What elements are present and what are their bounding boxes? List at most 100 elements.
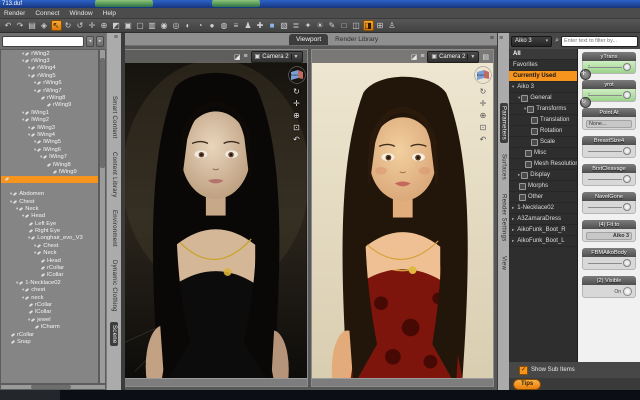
draw-style-icon[interactable]: ◪ [411,53,418,61]
slider-track[interactable] [588,207,622,208]
toolbar-icon[interactable]: ◩ [111,20,122,31]
tree-row[interactable]: lWing8 [1,161,98,168]
list-row[interactable]: ▸ Display [509,170,577,181]
tree-row[interactable]: ▾ rWing6 [1,80,98,87]
toolbar-icon[interactable]: ◔ [195,20,206,31]
folder-icon[interactable]: ▤ [482,53,489,61]
tree-row[interactable] [1,176,98,183]
list-row[interactable]: All [509,49,577,60]
toolbar-icon[interactable]: ↷ [15,20,26,31]
toolbar-icon[interactable]: ◍ [219,20,230,31]
pane-tab[interactable]: Smart Content [110,93,118,142]
viewport-2[interactable]: ◪ ≡ ▣ Camera 2 ▼ ▤ Front [311,49,495,387]
tree-row[interactable]: ▾ Longhair_evo_V3 [1,235,98,242]
tree-row[interactable]: lCharm [1,323,98,330]
toolbar-icon[interactable]: ◨ [363,20,374,31]
viewport-nav-icon[interactable]: ↶ [293,135,300,144]
slider-thumb[interactable] [623,203,631,211]
search-next-button[interactable]: ▸ [96,36,104,47]
tree-row[interactable]: rCollar [1,331,98,338]
orientation-cube[interactable]: Front [288,66,306,84]
viewport-options-icon[interactable]: ≡ [243,53,247,60]
viewport-1[interactable]: ◪ ≡ ▣ Camera 2 ▼ Front [124,49,308,387]
toolbar-icon[interactable]: ↶ [3,20,14,31]
viewport-nav-icon[interactable]: ↻ [480,87,487,96]
viewport-nav-icon[interactable]: ⊡ [293,123,300,132]
tree-row[interactable]: ▾ Neck [1,250,98,257]
tree-row[interactable]: Left Eye [1,220,98,227]
list-row[interactable]: ▾ Aiko 3 [509,82,577,93]
pane-menu-icon[interactable]: ≡ [114,34,118,41]
toolbar-icon[interactable]: ≣ [291,20,302,31]
toolbar-icon[interactable]: ● [207,20,218,31]
tree-row[interactable]: ▾ lWing6 [1,146,98,153]
menu-item[interactable]: Render [4,10,25,17]
camera-selector[interactable]: ▣ Camera 2 ▼ [251,51,303,63]
tree-row[interactable]: Right Eye [1,227,98,234]
menu-item[interactable]: Connect [35,10,59,17]
tree-row[interactable]: ▾ neck [1,294,98,301]
toolbar-icon[interactable]: ◉ [159,20,170,31]
viewport-nav-icon[interactable]: ↶ [480,135,487,144]
pane-tab[interactable]: Render Settings [500,191,508,245]
tree-row[interactable]: Head [1,257,98,264]
show-sub-items-checkbox[interactable]: ✓ [519,366,528,375]
toolbar-icon[interactable]: ▧ [279,20,290,31]
slider-thumb[interactable] [623,63,631,71]
tree-row[interactable]: ▾ rWing4 [1,65,98,72]
toolbar-icon[interactable]: ▥ [147,20,158,31]
tree-row[interactable]: ▾ Chest [1,198,98,205]
list-row[interactable]: Rotation [509,126,577,137]
list-row[interactable]: Favorites [509,60,577,71]
list-row[interactable]: Misc [509,148,577,159]
tree-row[interactable]: ▾ Neck [1,205,98,212]
expand-arrow-icon[interactable]: ▾ [524,106,526,112]
toolbar-icon[interactable]: ■ [267,20,278,31]
pane-tab[interactable]: View [500,253,508,273]
toolbar-icon[interactable]: ✚ [255,20,266,31]
toolbar-icon[interactable]: ▣ [123,20,134,31]
tree-row[interactable]: ▾ chest [1,287,98,294]
toolbar-icon[interactable]: ≡ [231,20,242,31]
list-row[interactable]: Scale [509,137,577,148]
expand-arrow-icon[interactable]: ▾ [512,84,514,90]
list-row[interactable]: ▾ Transforms [509,104,577,115]
viewport-nav-icon[interactable]: ✛ [293,99,300,108]
pane-tab[interactable]: Surfaces [500,151,508,183]
list-row[interactable]: ▸ A3ZamaraDress [509,214,577,225]
menu-item[interactable]: Window [70,10,93,17]
pane-tab[interactable]: Scene [110,322,118,347]
tree-row[interactable]: ▾ Chest [1,242,98,249]
pane-tab[interactable]: Content Library [110,149,118,201]
list-row[interactable]: ▸ AikoFunk_Boot_L [509,236,577,247]
list-row[interactable]: Other [509,192,577,203]
tree-row[interactable]: rWing9 [1,102,98,109]
slider-thumb[interactable] [623,147,631,155]
tree-row[interactable]: ▾ rWing2 [1,50,98,57]
slider-value[interactable]: None... [586,120,632,128]
toolbar-icon[interactable]: ♙ [387,20,398,31]
toolbar-icon[interactable]: □ [339,20,350,31]
viewport-nav-icon[interactable]: ↻ [293,87,300,96]
tree-row[interactable]: rCollar [1,264,98,271]
expand-arrow-icon[interactable]: ▸ [512,238,514,244]
tree-row[interactable]: ▾ lWing1 [1,109,98,116]
scene-search-input[interactable] [2,36,84,47]
tree-row[interactable]: ▾ Head [1,213,98,220]
search-prev-button[interactable]: ◂ [86,36,94,47]
scene-vertical-scrollbar[interactable] [99,49,106,384]
tree-row[interactable]: ▾ lWing2 [1,117,98,124]
slider-track[interactable] [588,263,622,264]
figure-selector[interactable]: Aiko 3 ▾ [511,36,552,47]
expand-arrow-icon[interactable]: ▸ [512,227,514,233]
menu-item[interactable]: Help [103,10,116,17]
list-row[interactable]: ▸ 1-Necklace02 [509,203,577,214]
toolbar-icon[interactable]: ✎ [327,20,338,31]
tree-row[interactable]: ▾ Abdomen [1,190,98,197]
slider-thumb[interactable] [623,175,631,183]
splitter-right[interactable] [497,33,498,390]
parameter-filter-input[interactable] [561,36,638,47]
expand-arrow-icon[interactable]: ▸ [512,205,514,211]
slider-track[interactable] [588,151,622,152]
camera-selector[interactable]: ▣ Camera 2 ▼ [427,51,479,63]
